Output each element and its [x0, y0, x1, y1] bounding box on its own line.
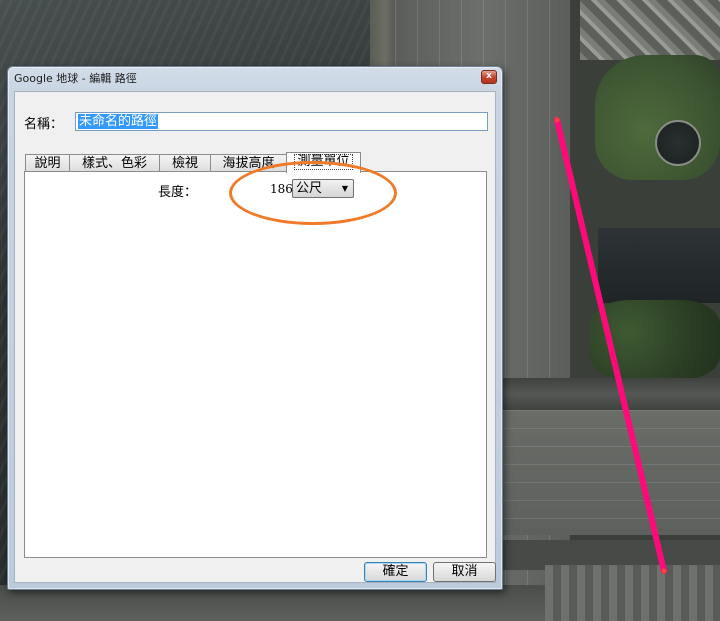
path-start-point: [554, 117, 560, 123]
path-end-point: [661, 568, 667, 574]
tab-label: 檢視: [171, 156, 198, 171]
length-label: 長度：: [158, 185, 198, 200]
highlight-ellipse: [229, 161, 397, 225]
title-bar[interactable]: Google 地球 - 編輯 路徑 x: [8, 67, 502, 87]
measurements-panel: 長度： 186 公尺 ▼: [24, 171, 487, 558]
name-label: 名稱：: [24, 117, 64, 132]
ok-button[interactable]: 確定: [364, 562, 427, 582]
name-input[interactable]: 未命名的路徑: [75, 112, 488, 131]
cancel-button[interactable]: 取消: [433, 562, 496, 582]
path-line: [554, 117, 667, 574]
close-icon: x: [486, 71, 492, 81]
name-value: 未命名的路徑: [78, 114, 159, 129]
edit-path-dialog: Google 地球 - 編輯 路徑 x 名稱： 未命名的路徑 說明 樣式、色彩 …: [7, 66, 503, 590]
tab-label: 樣式、色彩: [81, 156, 147, 171]
dialog-body: 名稱： 未命名的路徑 說明 樣式、色彩 檢視 海拔高度 測量單位 長度： 186: [14, 91, 496, 583]
tab-style-color[interactable]: 樣式、色彩: [69, 154, 160, 172]
tab-description[interactable]: 說明: [25, 154, 70, 172]
tab-label: 說明: [34, 156, 61, 171]
close-button[interactable]: x: [481, 70, 497, 84]
window-title: Google 地球 - 編輯 路徑: [14, 72, 137, 85]
tab-view[interactable]: 檢視: [159, 154, 211, 172]
